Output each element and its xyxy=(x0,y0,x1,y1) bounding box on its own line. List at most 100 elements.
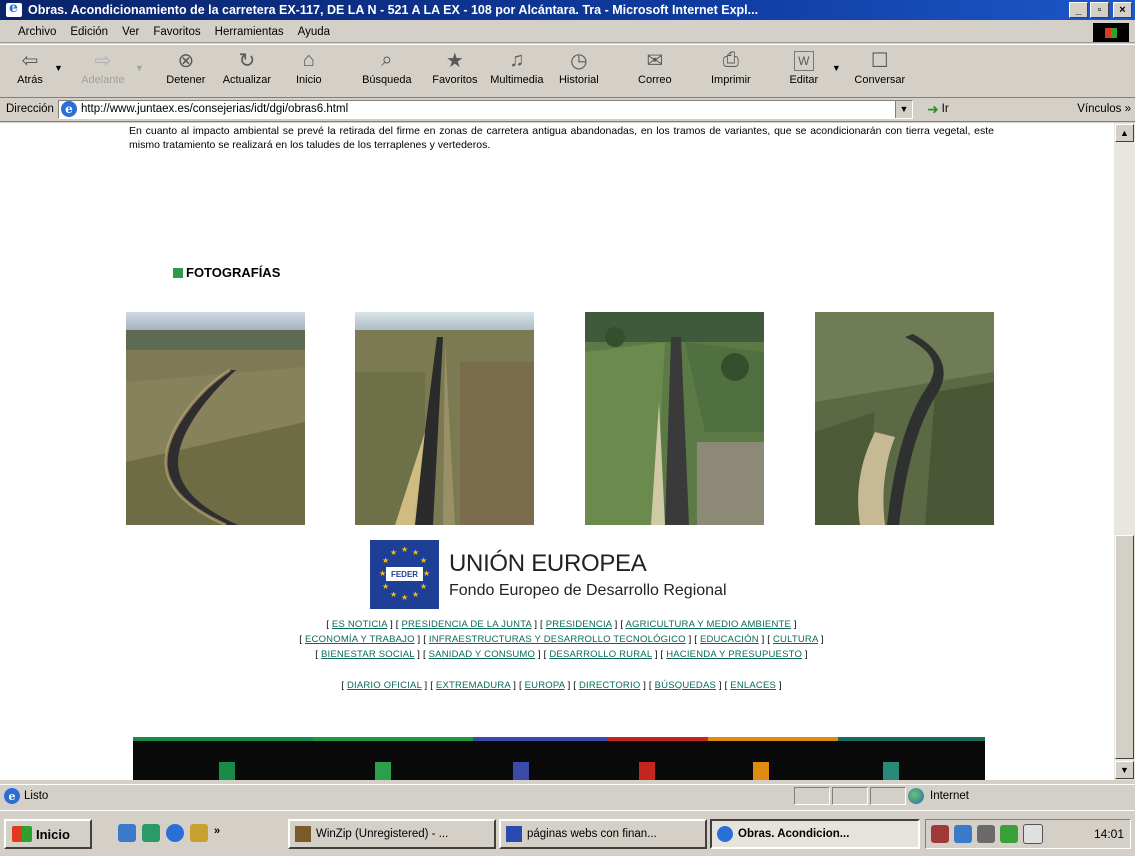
media-button[interactable]: ♫ Multimedia xyxy=(486,45,548,93)
feder-badge: FEDER xyxy=(386,567,423,581)
footer-icon-1[interactable] xyxy=(219,762,235,780)
menu-ayuda[interactable]: Ayuda xyxy=(291,26,337,38)
print-button[interactable]: ⎙ Imprimir xyxy=(700,45,762,93)
address-field[interactable]: e http://www.juntaex.es/consejerias/idt/… xyxy=(57,99,913,119)
close-button[interactable]: × xyxy=(1113,2,1132,18)
edit-dropdown-icon[interactable]: ▼ xyxy=(832,63,841,73)
nav-link[interactable]: SANIDAD Y CONSUMO xyxy=(429,649,536,660)
footer-icon-3[interactable] xyxy=(513,762,529,780)
security-zone: Internet xyxy=(908,787,969,805)
page-icon: e xyxy=(60,101,77,117)
mail-button[interactable]: ✉ Correo xyxy=(624,45,686,93)
tray-icon[interactable] xyxy=(1023,824,1043,844)
back-button[interactable]: ⇦ Atrás xyxy=(6,45,54,93)
task-word[interactable]: páginas webs con finan... xyxy=(499,819,707,849)
nav-link[interactable]: HACIENDA Y PRESUPUESTO xyxy=(666,649,802,660)
road-photo-2[interactable] xyxy=(355,312,534,525)
menu-favoritos[interactable]: Favoritos xyxy=(146,26,207,38)
road-photo-1[interactable] xyxy=(126,312,305,525)
forward-button[interactable]: ⇨ Adelante xyxy=(71,45,135,93)
tray-icon[interactable] xyxy=(954,825,972,843)
media-icon: ♫ xyxy=(509,48,525,71)
quicklaunch-explorer-icon[interactable] xyxy=(118,824,136,842)
address-dropdown-icon[interactable]: ▼ xyxy=(894,100,912,118)
stop-button[interactable]: ⊗ Detener xyxy=(156,45,216,93)
nav-link[interactable]: CULTURA xyxy=(773,634,818,645)
links-button[interactable]: Vínculos » xyxy=(1077,103,1131,115)
footer-icon-6[interactable] xyxy=(883,762,899,780)
scroll-down-icon[interactable]: ▼ xyxy=(1115,761,1134,779)
address-url[interactable]: http://www.juntaex.es/consejerias/idt/dg… xyxy=(81,103,895,115)
tray-icon[interactable] xyxy=(977,825,995,843)
road-photo-4[interactable] xyxy=(815,312,994,525)
toolbar: ⇦ Atrás ▼ ⇨ Adelante ▼ ⊗ Detener ↻ Actua… xyxy=(0,44,1135,98)
history-icon: ◷ xyxy=(570,49,588,72)
go-button[interactable]: ➜ Ir xyxy=(927,101,949,118)
minimize-button[interactable]: _ xyxy=(1069,2,1088,18)
eu-subtitle: Fondo Europeo de Desarrollo Regional xyxy=(449,581,727,599)
history-label: Historial xyxy=(558,74,599,86)
task-winzip[interactable]: WinZip (Unregistered) - ... xyxy=(288,819,496,849)
nav-link[interactable]: INFRAESTRUCTURAS Y DESARROLLO TECNOLÓGIC… xyxy=(429,634,686,645)
nav-link[interactable]: EDUCACIÓN xyxy=(700,634,759,645)
page-status-icon: e xyxy=(4,788,20,804)
menu-ver[interactable]: Ver xyxy=(115,26,146,38)
nav-link[interactable]: DIRECTORIO xyxy=(579,680,640,691)
home-label: Inicio xyxy=(296,74,322,86)
nav-link[interactable]: ENLACES xyxy=(730,680,776,691)
forward-dropdown-icon[interactable]: ▼ xyxy=(135,63,144,73)
scroll-thumb[interactable] xyxy=(1115,535,1134,759)
ie-icon xyxy=(717,826,733,842)
road-photo-3[interactable] xyxy=(585,312,764,525)
quicklaunch-outlook-icon[interactable] xyxy=(142,824,160,842)
nav-link[interactable]: BIENESTAR SOCIAL xyxy=(321,649,414,660)
task-ie[interactable]: Obras. Acondicion... xyxy=(710,819,920,849)
back-dropdown-icon[interactable]: ▼ xyxy=(54,63,63,73)
footer-icon-4[interactable] xyxy=(639,762,655,780)
discuss-button[interactable]: ☐ Conversar xyxy=(847,45,913,93)
edit-button[interactable]: W Editar xyxy=(776,45,832,93)
scroll-up-icon[interactable]: ▲ xyxy=(1115,124,1134,142)
stop-icon: ⊗ xyxy=(177,49,195,72)
nav-link[interactable]: EXTREMADURA xyxy=(436,680,511,691)
go-arrow-icon: ➜ xyxy=(926,100,939,117)
refresh-button[interactable]: ↻ Actualizar xyxy=(216,45,278,93)
start-button[interactable]: Inicio xyxy=(4,819,92,849)
menu-edicion[interactable]: Edición xyxy=(63,26,115,38)
footer-bar xyxy=(133,737,985,780)
winzip-icon xyxy=(295,826,311,842)
footer-icon-2[interactable] xyxy=(375,762,391,780)
tray-icon[interactable] xyxy=(931,825,949,843)
vertical-scrollbar[interactable]: ▲ ▼ xyxy=(1114,123,1135,780)
menu-archivo[interactable]: Archivo xyxy=(0,26,63,38)
favorites-button[interactable]: ★ Favoritos xyxy=(424,45,486,93)
tray-icon[interactable] xyxy=(1000,825,1018,843)
menu-herramientas[interactable]: Herramientas xyxy=(208,26,291,38)
nav-link[interactable]: PRESIDENCIA xyxy=(546,619,612,630)
footer-icon-5[interactable] xyxy=(753,762,769,780)
nav-link[interactable]: AGRICULTURA Y MEDIO AMBIENTE xyxy=(626,619,792,630)
windows-flag-icon xyxy=(12,826,32,842)
discuss-icon: ☐ xyxy=(870,49,889,72)
nav-link[interactable]: BÚSQUEDAS xyxy=(655,680,716,691)
history-button[interactable]: ◷ Historial xyxy=(548,45,610,93)
home-button[interactable]: ⌂ Inicio xyxy=(278,45,340,93)
quicklaunch-desktop-icon[interactable] xyxy=(190,824,208,842)
task-label: páginas webs con finan... xyxy=(527,828,657,840)
go-label: Ir xyxy=(941,103,949,115)
nav-link[interactable]: ECONOMÍA Y TRABAJO xyxy=(305,634,415,645)
intro-paragraph: En cuanto al impacto ambiental se prevé … xyxy=(129,125,994,151)
quicklaunch-more-icon[interactable]: » xyxy=(214,825,220,837)
discuss-label: Conversar xyxy=(854,74,906,86)
search-button[interactable]: ⌕ Búsqueda xyxy=(350,45,424,93)
quicklaunch-ie-icon[interactable] xyxy=(166,824,184,842)
start-label: Inicio xyxy=(36,826,70,842)
nav-link[interactable]: DIARIO OFICIAL xyxy=(347,680,422,691)
nav-link[interactable]: DESARROLLO RURAL xyxy=(549,649,652,660)
nav-link[interactable]: EUROPA xyxy=(525,680,565,691)
nav-link[interactable]: PRESIDENCIA DE LA JUNTA xyxy=(401,619,531,630)
media-label: Multimedia xyxy=(490,74,544,86)
nav-link[interactable]: ES NOTICIA xyxy=(332,619,387,630)
maximize-button[interactable]: ▫ xyxy=(1090,2,1109,18)
task-label: WinZip (Unregistered) - ... xyxy=(316,828,449,840)
